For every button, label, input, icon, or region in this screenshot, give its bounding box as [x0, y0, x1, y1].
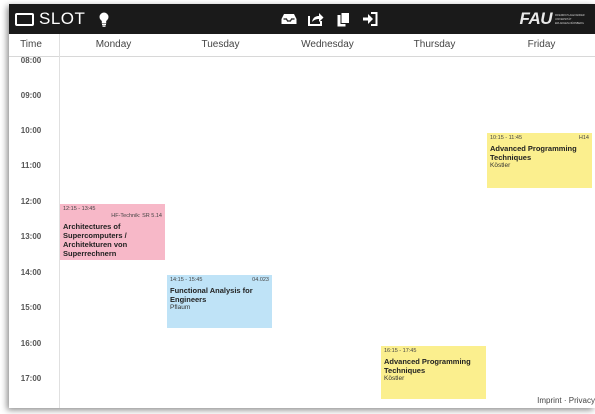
- event-card-monday[interactable]: 12:15 - 13:45 HF-Technik: SR 5.14 Archit…: [60, 204, 165, 260]
- day-header-tuesday: Tuesday: [201, 39, 240, 50]
- time-label: 16:00: [20, 339, 42, 348]
- lightbulb-icon[interactable]: [97, 10, 111, 28]
- day-header-wednesday: Wednesday: [301, 39, 354, 50]
- event-time: 16:15 - 17:45: [384, 348, 417, 354]
- app-window: SLOT FAU FRIEDRICH-ALEXANDER UNIVERSITÄT…: [9, 4, 595, 408]
- calendar-header: Time Monday Tuesday Wednesday Thursday F…: [9, 34, 595, 57]
- screen-icon: [15, 12, 34, 26]
- time-label: 10:00: [20, 126, 42, 135]
- time-label: 12:00: [20, 197, 42, 206]
- inbox-tray-icon[interactable]: [281, 11, 297, 27]
- time-label: 14:00: [20, 268, 42, 277]
- event-lecturer: Pflaum: [170, 304, 191, 311]
- event-room: HF-Technik: SR 5.14: [111, 213, 162, 219]
- time-label: 09:00: [20, 91, 42, 100]
- top-bar: SLOT FAU FRIEDRICH-ALEXANDER UNIVERSITÄT…: [9, 4, 595, 34]
- time-column-header: Time: [20, 39, 42, 50]
- time-label: 15:00: [20, 303, 42, 312]
- event-title: Advanced Programming Techniques: [384, 357, 471, 375]
- event-lecturer: Köstler: [384, 375, 405, 382]
- event-title: Architectures of Supercomputers / Archit…: [63, 222, 128, 258]
- day-header-friday: Friday: [527, 39, 556, 50]
- event-time: 14:15 - 15:45: [170, 277, 203, 283]
- fau-logo-subtext: FRIEDRICH-ALEXANDER UNIVERSITÄT ERLANGEN…: [555, 13, 585, 25]
- time-label: 13:00: [20, 232, 42, 241]
- day-header-monday: Monday: [95, 39, 132, 50]
- fau-logo[interactable]: FAU FRIEDRICH-ALEXANDER UNIVERSITÄT ERLA…: [520, 9, 588, 29]
- footer-separator: ·: [563, 396, 567, 405]
- event-title: Advanced Programming Techniques: [490, 144, 577, 162]
- fau-logo-text: FAU: [519, 9, 553, 28]
- day-header-thursday: Thursday: [413, 39, 456, 50]
- time-label: 08:00: [20, 56, 42, 65]
- privacy-link[interactable]: Privacy: [569, 396, 595, 405]
- app-name: SLOT: [39, 9, 86, 28]
- event-room: H14: [578, 135, 589, 141]
- event-lecturer: Köstler: [490, 162, 511, 169]
- imprint-link[interactable]: Imprint: [537, 396, 561, 405]
- time-label: 11:00: [20, 161, 42, 170]
- copy-icon[interactable]: [335, 11, 351, 27]
- event-card-tuesday[interactable]: 14:15 - 15:45 04.023 Functional Analysis…: [167, 275, 272, 328]
- event-card-thursday[interactable]: 16:15 - 17:45 Advanced Programming Techn…: [381, 346, 486, 399]
- event-time: 10:15 - 11:45: [490, 135, 523, 141]
- time-label: 17:00: [20, 374, 42, 383]
- event-time: 12:15 - 13:45: [63, 206, 96, 212]
- event-room: 04.023: [252, 277, 269, 283]
- toolbar: [281, 10, 378, 28]
- brand[interactable]: SLOT: [15, 8, 111, 30]
- share-icon[interactable]: [308, 11, 324, 27]
- event-card-friday[interactable]: 10:15 - 11:45 H14 Advanced Programming T…: [487, 133, 592, 188]
- footer: Imprint · Privacy: [537, 396, 595, 405]
- event-title: Functional Analysis for Engineers: [170, 286, 253, 304]
- sign-in-icon[interactable]: [362, 11, 378, 27]
